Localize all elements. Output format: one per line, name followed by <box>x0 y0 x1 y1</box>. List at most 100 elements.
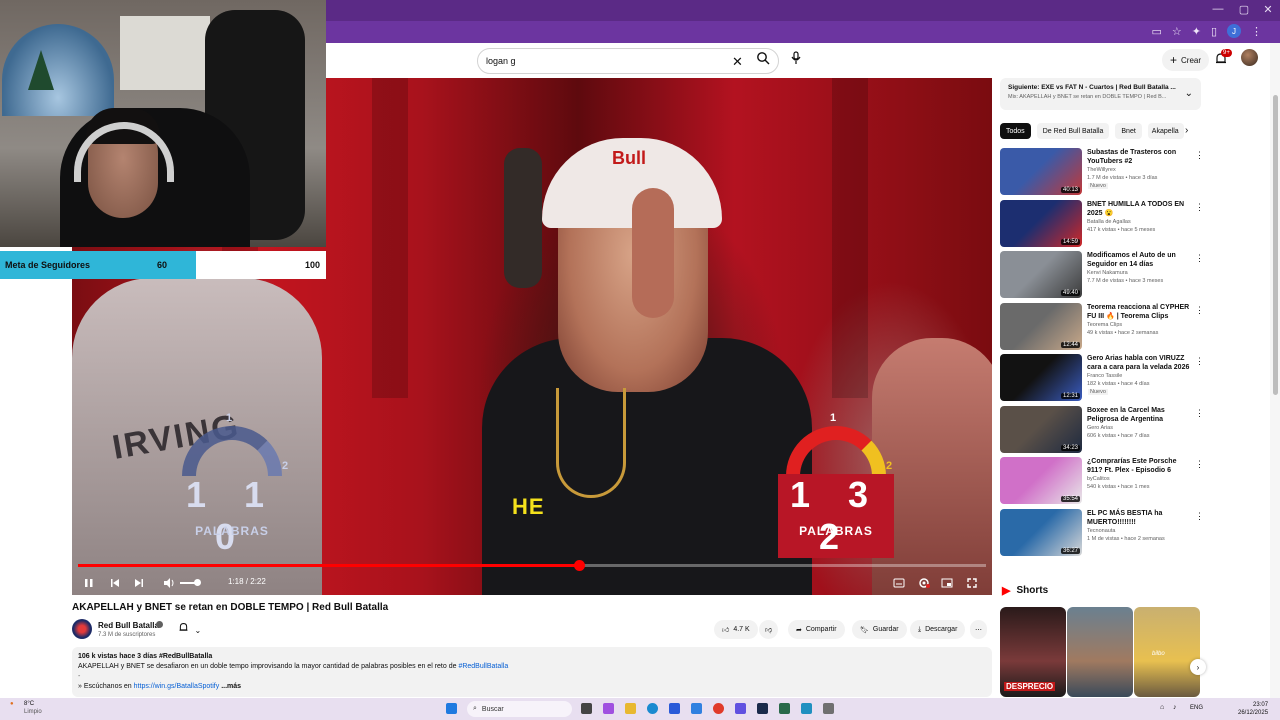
pause-icon[interactable] <box>82 576 96 590</box>
more-options-icon[interactable]: ⋮ <box>1195 511 1204 522</box>
more-options-icon[interactable]: ⋮ <box>1195 459 1204 470</box>
recommended-video[interactable]: 12:31 Gero Arias habla con VIRUZZ cara a … <box>1000 354 1204 402</box>
video-thumbnail[interactable]: 12:31 <box>1000 354 1082 401</box>
recommended-video[interactable]: 36:27 EL PC MÁS BESTIA ha MUERTO!!!!!!!! T… <box>1000 508 1204 557</box>
settings-gear-icon[interactable] <box>917 576 931 590</box>
channel-name[interactable]: Gero Arias <box>1087 425 1113 431</box>
channel-name[interactable]: Franco Tassile <box>1087 373 1122 379</box>
video-thumbnail[interactable]: 35:54 <box>1000 457 1082 504</box>
recommended-video[interactable]: 49:40 Modificamos el Auto de un Seguidor … <box>1000 251 1204 299</box>
channel-name[interactable]: Teorema Clips <box>1087 322 1122 328</box>
app-icon[interactable] <box>779 703 790 714</box>
account-avatar[interactable] <box>1241 49 1258 66</box>
close-window-button[interactable]: ✕ <box>1258 3 1278 16</box>
settings-icon[interactable] <box>823 703 834 714</box>
channel-avatar[interactable] <box>72 619 92 639</box>
profile-avatar[interactable]: J <box>1227 24 1241 38</box>
chips-next-arrow-icon[interactable]: › <box>1185 125 1188 136</box>
spotify-link[interactable]: https://win.gs/BatallaSpotify <box>134 683 220 690</box>
dislike-button[interactable]: 👎︎ <box>759 620 779 639</box>
edge-icon[interactable] <box>647 703 658 714</box>
video-progress-bar[interactable] <box>78 560 986 571</box>
extensions-icon[interactable]: ✦ <box>1192 25 1201 38</box>
weather-widget[interactable]: ● 8°C Limpio <box>10 701 42 715</box>
recommended-video[interactable]: 12:44 Teorema reacciona al CYPHER FU III … <box>1000 302 1204 351</box>
video-title[interactable]: Gero Arias habla con VIRUZZ cara a cara … <box>1087 354 1192 372</box>
volume-handle[interactable] <box>194 579 201 586</box>
more-options-icon[interactable]: ⋮ <box>1195 305 1204 316</box>
app-icon[interactable] <box>801 703 812 714</box>
page-scrollbar[interactable] <box>1270 43 1280 698</box>
share-button[interactable]: ➦ Compartir <box>788 620 845 639</box>
up-next-card[interactable]: Siguiente: EXE vs FAT N - Cuartos | Red … <box>1000 78 1201 110</box>
bookmark-star-icon[interactable]: ☆ <box>1172 25 1182 38</box>
shorts-next-arrow[interactable]: › <box>1190 659 1206 675</box>
copilot-icon[interactable] <box>603 703 614 714</box>
file-explorer-icon[interactable] <box>625 703 636 714</box>
video-thumbnail[interactable]: 14:59 <box>1000 199 1082 247</box>
search-icon[interactable] <box>756 51 770 65</box>
like-button[interactable]: 👍︎ 4.7 K <box>714 620 758 639</box>
video-title[interactable]: Teorema reacciona al CYPHER FU III 🔥 | T… <box>1087 303 1192 321</box>
browser-menu-icon[interactable]: ⋮ <box>1251 25 1262 38</box>
recommended-video[interactable]: 40:13 Subastas de Trasteros con YouTubers… <box>1000 148 1204 196</box>
video-title[interactable]: Boxee en la Carcel Mas Peligrosa de Arge… <box>1087 406 1192 424</box>
scrollbar-thumb[interactable] <box>1273 95 1278 395</box>
channel-name[interactable]: Kenvi Nakamura <box>1087 270 1128 276</box>
short-thumbnail[interactable] <box>1067 607 1133 697</box>
more-options-icon[interactable]: ⋮ <box>1195 202 1204 213</box>
save-button[interactable]: 🔖︎ Guardar <box>852 620 907 639</box>
video-title[interactable]: EL PC MÁS BESTIA ha MUERTO!!!!!!!! <box>1087 509 1192 527</box>
more-options-icon[interactable]: ⋮ <box>1195 356 1204 367</box>
speaker-icon[interactable]: ♪ <box>1173 704 1177 711</box>
video-thumbnail[interactable]: 40:13 <box>1000 148 1082 195</box>
maximize-button[interactable]: ▢ <box>1234 3 1254 16</box>
windows-start-icon[interactable] <box>446 703 457 714</box>
channel-name[interactable]: Red Bull Batalla <box>98 621 159 630</box>
chip-akapellah[interactable]: Akapella <box>1147 123 1184 139</box>
show-more-button[interactable]: ...más <box>221 683 241 690</box>
channel-name[interactable]: Batalla de Agallas <box>1087 219 1131 225</box>
side-panel-icon[interactable]: ▯ <box>1211 25 1217 38</box>
miniplayer-icon[interactable] <box>940 576 954 590</box>
chip-bnet[interactable]: Bnet <box>1115 123 1142 139</box>
chrome-icon[interactable] <box>713 703 724 714</box>
recommended-video[interactable]: 14:59 BNET HUMILLA A TODOS EN 2025 😮 Batal… <box>1000 199 1204 248</box>
video-thumbnail[interactable]: 36:27 <box>1000 508 1082 556</box>
download-button[interactable]: ⤓ Descargar <box>910 620 966 639</box>
channel-name[interactable]: TheWillyrex <box>1087 167 1116 173</box>
channel-name[interactable]: byCalitos <box>1087 476 1110 482</box>
network-icon[interactable]: ⌂ <box>1160 704 1164 711</box>
subtitles-icon[interactable] <box>892 576 906 590</box>
chip-red-bull-batalla[interactable]: De Red Bull Batalla <box>1036 123 1110 139</box>
more-options-icon[interactable]: ⋮ <box>1195 253 1204 264</box>
more-options-icon[interactable]: ⋮ <box>1195 408 1204 419</box>
store-icon[interactable] <box>669 703 680 714</box>
task-view-icon[interactable] <box>581 703 592 714</box>
taskbar-search[interactable]: ⌕ Buscar <box>467 701 572 717</box>
video-title[interactable]: Modificamos el Auto de un Seguidor en 14… <box>1087 251 1192 269</box>
video-thumbnail[interactable]: 12:44 <box>1000 302 1082 350</box>
recommended-video[interactable]: 35:54 ¿Comprarías Este Porsche 911? Ft. P… <box>1000 457 1204 505</box>
more-options-icon[interactable]: ⋮ <box>1195 150 1204 161</box>
chip-all[interactable]: Todos <box>1000 123 1031 139</box>
clear-search-icon[interactable]: ✕ <box>732 54 743 70</box>
subscription-bell-button[interactable]: ⌄ <box>178 622 201 635</box>
video-thumbnail[interactable]: 49:40 <box>1000 251 1082 298</box>
steam-icon[interactable] <box>757 703 768 714</box>
volume-icon[interactable] <box>162 576 176 590</box>
create-button[interactable]: + Crear <box>1162 49 1210 71</box>
more-actions-button[interactable]: ⋯ <box>970 620 987 639</box>
video-title[interactable]: Subastas de Trasteros con YouTubers #2 <box>1087 148 1192 166</box>
previous-icon[interactable] <box>108 576 122 590</box>
description-hashtag[interactable]: #RedBullBatalla <box>458 663 508 670</box>
next-icon[interactable] <box>132 576 146 590</box>
expand-chevron-icon[interactable]: ⌄ <box>1185 88 1193 99</box>
taskbar-clock[interactable]: 23:07 26/12/2025 <box>1238 701 1268 717</box>
voice-search-icon[interactable] <box>788 49 804 67</box>
short-thumbnail[interactable]: bilbo <box>1134 607 1200 697</box>
video-title[interactable]: BNET HUMILLA A TODOS EN 2025 😮 <box>1087 200 1192 218</box>
discord-icon[interactable] <box>735 703 746 714</box>
short-thumbnail[interactable]: DESPRECIO <box>1000 607 1066 697</box>
fullscreen-icon[interactable] <box>965 576 979 590</box>
